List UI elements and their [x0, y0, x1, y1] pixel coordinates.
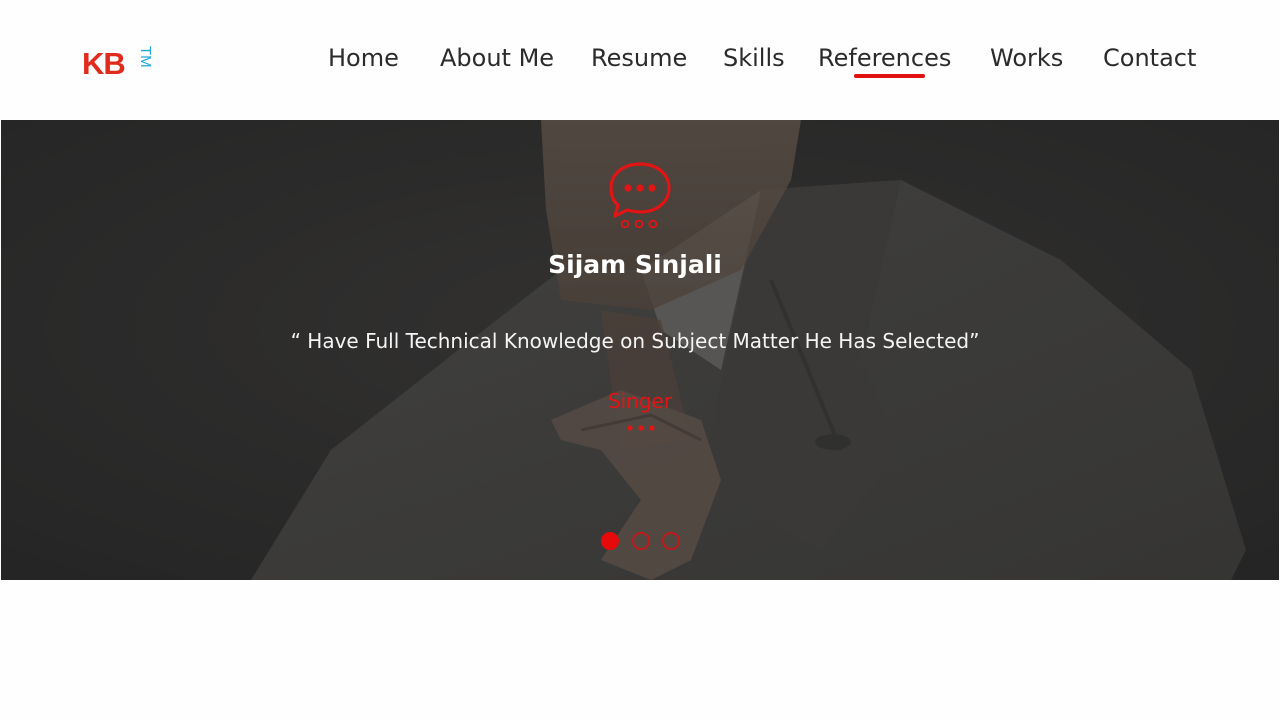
slide-dot-1[interactable] — [601, 532, 619, 550]
nav-item-contact[interactable]: Contact — [1103, 40, 1196, 80]
nav-item-about-me[interactable]: About Me — [440, 40, 554, 80]
reference-role: Singer — [607, 389, 673, 413]
nav-item-home[interactable]: Home — [328, 40, 399, 80]
speech-bubble-icon — [609, 162, 671, 229]
reference-name: Sijam Sinjali — [548, 250, 722, 279]
references-slider: Sijam Sinjali “ Have Full Technical Know… — [1, 120, 1279, 580]
nav-item-skills[interactable]: Skills — [723, 40, 785, 80]
site-header: KB TM Home About Me Resume Skills Refere… — [0, 0, 1280, 120]
reference-quote: “ Have Full Technical Knowledge on Subje… — [290, 329, 980, 353]
nav-item-works[interactable]: Works — [990, 40, 1063, 80]
slide-dot-3[interactable] — [662, 532, 680, 550]
nav-item-resume[interactable]: Resume — [591, 40, 687, 80]
main-nav: Home About Me Resume Skills References W… — [0, 40, 1280, 80]
slide-dot-2[interactable] — [632, 532, 650, 550]
slider-pagination — [599, 532, 689, 552]
active-nav-indicator — [854, 74, 925, 78]
role-divider-dots — [627, 425, 655, 431]
